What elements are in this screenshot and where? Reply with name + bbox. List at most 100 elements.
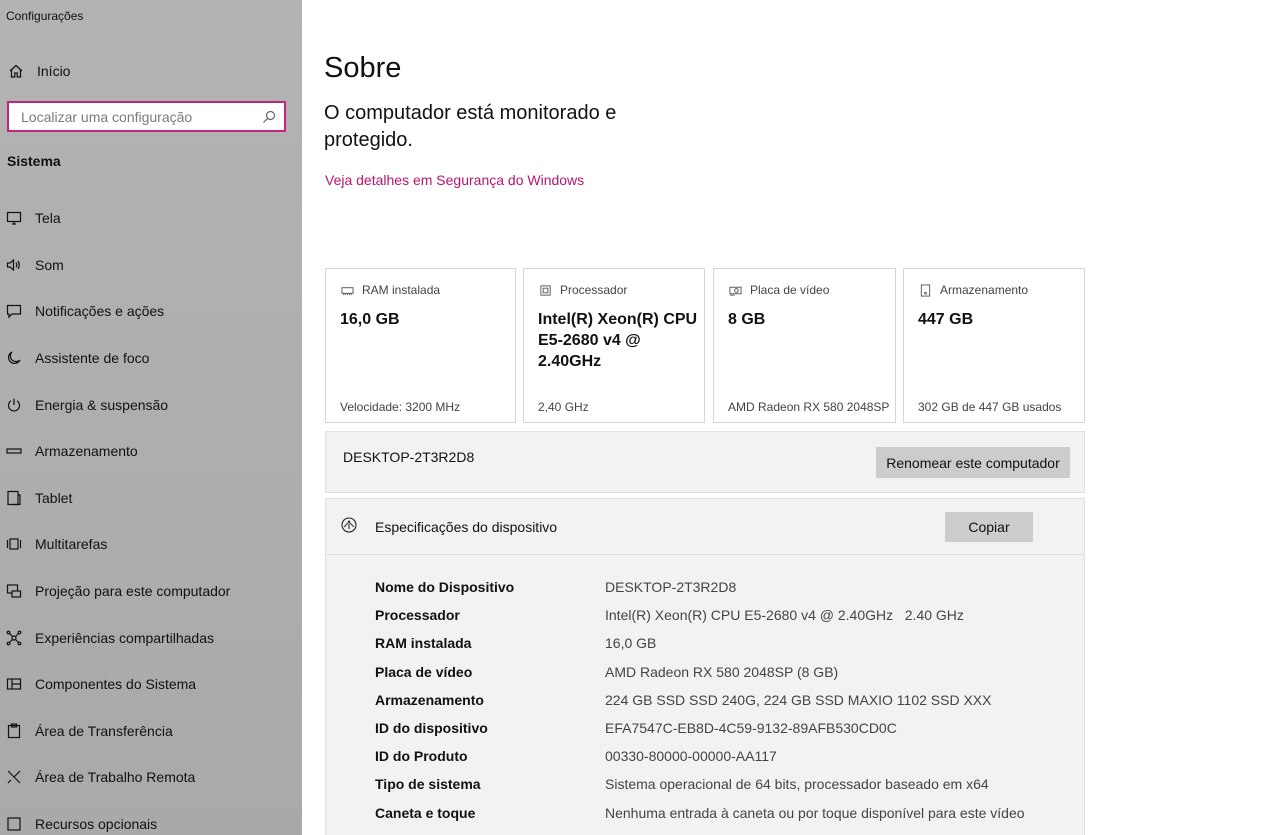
sidebar-item-label: Som [35, 256, 64, 273]
sidebar-item-label: Componentes do Sistema [35, 676, 197, 693]
sidebar-item-som[interactable]: Som [0, 242, 302, 289]
card-value: 16,0 GB [340, 311, 400, 328]
chevron-up-icon[interactable] [341, 517, 357, 533]
spec-value: Sistema operacional de 64 bits, processa… [605, 776, 989, 793]
card-ram: RAM instalada 16,0 GB Velocidade: 3200 M… [325, 268, 516, 423]
card-footer: 2,40 GHz [538, 400, 589, 414]
sidebar-item-energia[interactable]: Energia & suspensão [0, 381, 302, 428]
spec-row: ID do dispositivo EFA7547C-EB8D-4C59-9132… [375, 720, 1025, 748]
specs-table: Nome do Dispositivo DESKTOP-2T3R2D8 Proce… [375, 579, 1025, 833]
card-value: Intel(R) Xeon(R) CPU E5-2680 v4 @ 2.40GH… [538, 311, 698, 370]
search-box[interactable] [7, 101, 286, 132]
remote-icon [6, 769, 22, 785]
spec-label: Caneta e toque [375, 804, 476, 821]
sidebar-item-label: Início [37, 63, 71, 79]
multitask-icon [6, 536, 22, 552]
window-title: Configurações [6, 9, 84, 23]
rename-button[interactable]: Renomear este computador [876, 447, 1070, 478]
spec-row: Nome do Dispositivo DESKTOP-2T3R2D8 [375, 579, 1025, 607]
sidebar: Configurações Início Sistema Tela Som No… [0, 0, 302, 835]
moon-icon [6, 350, 22, 366]
search-icon[interactable] [261, 109, 277, 125]
section-title: Sistema [7, 153, 61, 169]
card-storage: Armazenamento 447 GB 302 GB de 447 GB us… [903, 268, 1085, 423]
home-icon [8, 63, 24, 79]
main-content: Sobre O computador está monitorado e pro… [302, 0, 1280, 835]
sidebar-nav: Tela Som Notificações e ações Assistente… [0, 195, 302, 835]
spec-value: 16,0 GB [605, 635, 657, 652]
spec-row: Tipo de sistema Sistema operacional de 64… [375, 776, 1025, 804]
power-icon [6, 397, 22, 413]
sidebar-item-armazenamento[interactable]: Armazenamento [0, 428, 302, 475]
sidebar-item-label: Tela [35, 210, 61, 227]
gpu-icon [728, 283, 742, 297]
card-gpu: Placa de vídeo 8 GB AMD Radeon RX 580 20… [713, 268, 896, 423]
sidebar-item-label: Área de Trabalho Remota [35, 769, 196, 786]
sidebar-item-label: Energia & suspensão [35, 396, 169, 413]
card-footer: AMD Radeon RX 580 2048SP [728, 400, 890, 414]
sidebar-item-componentes[interactable]: Componentes do Sistema [0, 661, 302, 708]
spec-value: 00330-80000-00000-AA117 [605, 748, 777, 765]
sidebar-item-tela[interactable]: Tela [0, 195, 302, 242]
sidebar-item-home[interactable]: Início [0, 56, 302, 86]
spec-value: EFA7547C-EB8D-4C59-9132-89AFB530CD0C [605, 719, 897, 736]
card-value: 8 GB [728, 311, 766, 328]
sidebar-item-label: Assistente de foco [35, 350, 150, 367]
sidebar-item-projecao[interactable]: Projeção para este computador [0, 568, 302, 615]
notification-icon [6, 303, 22, 319]
sidebar-item-label: Projeção para este computador [35, 583, 231, 600]
card-footer: 302 GB de 447 GB usados [918, 400, 1062, 414]
card-label: Armazenamento [940, 283, 1029, 297]
specs-header[interactable]: Especificações do dispositivo Copiar [326, 499, 1084, 555]
spec-value: Nenhuma entrada à caneta ou por toque di… [605, 804, 1025, 821]
spec-row: Armazenamento 224 GB SSD SSD 240G, 224 GB… [375, 692, 1025, 720]
spec-row: Caneta e toque Nenhuma entrada à caneta o… [375, 805, 1025, 833]
tablet-icon [6, 490, 22, 506]
sidebar-item-transferencia[interactable]: Área de Transferência [0, 708, 302, 755]
storage-icon [6, 443, 22, 459]
spec-label: Processador [375, 607, 460, 624]
spec-row: ID do Produto 00330-80000-00000-AA117 [375, 748, 1025, 776]
card-label: Placa de vídeo [750, 283, 830, 297]
spec-label: ID do Produto [375, 748, 468, 765]
sidebar-item-label: Notificações e ações [35, 303, 165, 320]
security-link[interactable]: Veja detalhes em Segurança do Windows [325, 172, 584, 188]
device-name: DESKTOP-2T3R2D8 [343, 449, 475, 465]
spec-row: Processador Intel(R) Xeon(R) CPU E5-2680 … [375, 607, 1025, 635]
clipboard-icon [6, 723, 22, 739]
sidebar-item-foco[interactable]: Assistente de foco [0, 335, 302, 382]
ram-icon [340, 283, 354, 297]
monitor-icon [6, 210, 22, 226]
sidebar-item-remota[interactable]: Área de Trabalho Remota [0, 754, 302, 801]
protection-status: O computador está monitorado e protegido… [324, 102, 617, 151]
shared-icon [6, 630, 22, 646]
card-value: 447 GB [918, 311, 974, 328]
spec-label: RAM instalada [375, 635, 472, 652]
sidebar-item-label: Multitarefas [35, 536, 108, 553]
card-footer: Velocidade: 3200 MHz [340, 400, 461, 414]
projection-icon [6, 583, 22, 599]
cpu-icon [538, 283, 552, 297]
optional-icon [6, 816, 22, 832]
device-specs-panel: Especificações do dispositivo Copiar Nom… [325, 498, 1085, 835]
spec-row: Placa de vídeo AMD Radeon RX 580 2048SP (… [375, 664, 1025, 692]
sidebar-item-label: Experiências compartilhadas [35, 629, 214, 646]
sidebar-item-experiencias[interactable]: Experiências compartilhadas [0, 614, 302, 661]
copy-button[interactable]: Copiar [945, 512, 1033, 542]
card-label: RAM instalada [362, 283, 441, 297]
card-processor: Processador Intel(R) Xeon(R) CPU E5-2680… [523, 268, 705, 423]
disk-icon [918, 283, 932, 297]
search-input[interactable] [19, 107, 263, 126]
sidebar-item-recursos[interactable]: Recursos opcionais [0, 801, 302, 835]
page-title: Sobre [324, 52, 402, 84]
components-icon [6, 676, 22, 692]
spec-label: Nome do Dispositivo [375, 579, 515, 595]
sidebar-item-tablet[interactable]: Tablet [0, 475, 302, 522]
specs-title: Especificações do dispositivo [375, 519, 558, 535]
spec-value: AMD Radeon RX 580 2048SP (8 GB) [605, 663, 839, 680]
spec-label: Tipo de sistema [375, 776, 481, 793]
spec-row: RAM instalada 16,0 GB [375, 635, 1025, 663]
sidebar-item-label: Tablet [35, 489, 73, 506]
sidebar-item-multitarefas[interactable]: Multitarefas [0, 521, 302, 568]
sidebar-item-notificacoes[interactable]: Notificações e ações [0, 288, 302, 335]
